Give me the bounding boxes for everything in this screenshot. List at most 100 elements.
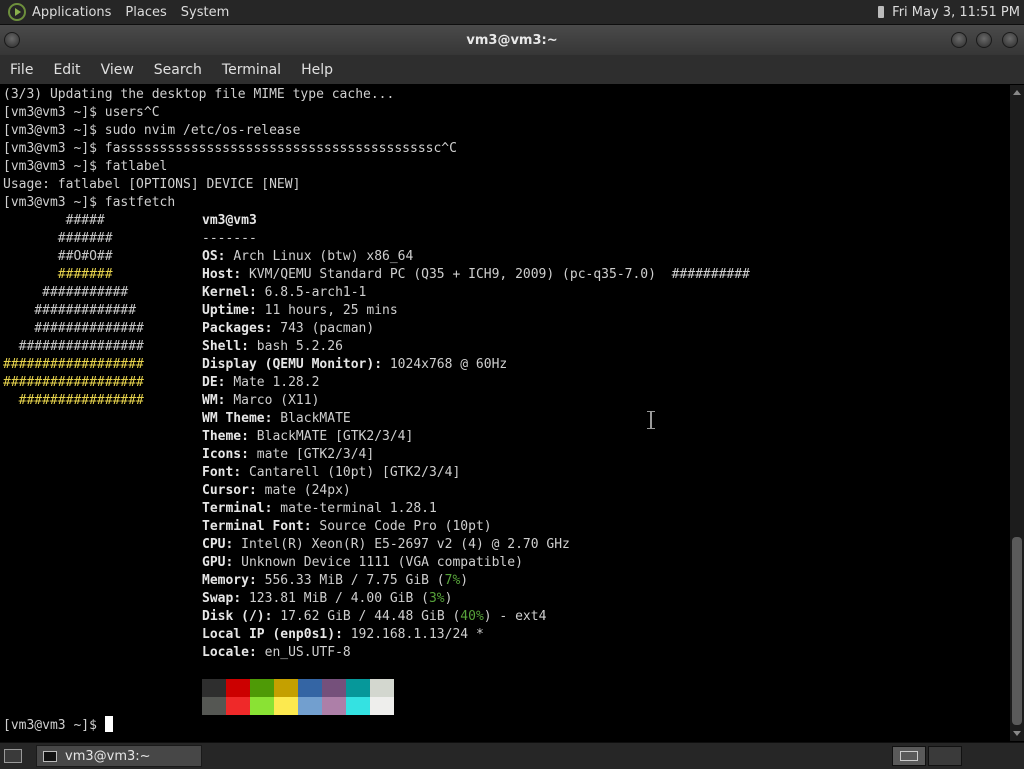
workspace-switcher-2[interactable] xyxy=(928,746,962,766)
fastfetch-value: 123.81 MiB / 4.00 GiB ( xyxy=(248,591,429,606)
places-menu[interactable]: Places xyxy=(125,5,166,20)
fastfetch-row: Host: KVM/QEMU Standard PC (Q35 + ICH9, … xyxy=(202,267,750,282)
terminal-line: [vm3@vm3 ~]$ users^C xyxy=(3,105,160,120)
menu-help[interactable]: Help xyxy=(291,62,343,78)
taskbar-window-label: vm3@vm3:~ xyxy=(65,748,151,764)
taskbar-window-button[interactable]: vm3@vm3:~ xyxy=(36,745,202,767)
ascii-logo-line: ##O#O## xyxy=(3,249,113,264)
fastfetch-key: WM Theme xyxy=(202,411,265,426)
ascii-logo-line: ##### xyxy=(3,213,105,228)
close-button[interactable] xyxy=(1002,32,1018,48)
applications-menu[interactable]: Applications xyxy=(32,5,111,20)
fastfetch-value: 17.62 GiB / 44.48 GiB ( xyxy=(280,609,461,624)
ascii-logo-line: ################## xyxy=(3,357,144,372)
text-cursor xyxy=(104,716,113,732)
palette-swatch xyxy=(226,697,250,715)
fastfetch-row: Kernel: 6.8.5-arch1-1 xyxy=(202,285,367,300)
fastfetch-key: GPU xyxy=(202,555,226,570)
ascii-logo-line: ################ xyxy=(3,339,144,354)
terminal-icon xyxy=(43,750,57,762)
fastfetch-row: Terminal Font: Source Code Pro (10pt) xyxy=(202,519,492,534)
fastfetch-key: Theme xyxy=(202,429,242,444)
fastfetch-row: DE: Mate 1.28.2 xyxy=(202,375,320,390)
fastfetch-key: Uptime xyxy=(202,303,249,318)
fastfetch-key: Terminal xyxy=(202,501,265,516)
menu-view[interactable]: View xyxy=(91,62,144,78)
clock-label: Fri May 3, 11:51 PM xyxy=(892,4,1020,20)
menu-search[interactable]: Search xyxy=(144,62,212,78)
menu-terminal[interactable]: Terminal xyxy=(212,62,291,78)
fastfetch-value: mate [GTK2/3/4] xyxy=(256,447,375,462)
fastfetch-key: Memory xyxy=(202,573,249,588)
show-desktop-icon[interactable] xyxy=(4,749,22,763)
fastfetch-key: OS xyxy=(202,249,218,264)
fastfetch-row: Icons: mate [GTK2/3/4] xyxy=(202,447,375,462)
fastfetch-key: Shell xyxy=(202,339,242,354)
fastfetch-key: CPU xyxy=(202,537,226,552)
minimize-button[interactable] xyxy=(951,32,967,48)
fastfetch-key: Display (QEMU Monitor) xyxy=(202,357,375,372)
terminal-line: (3/3) Updating the desktop file MIME typ… xyxy=(3,87,395,102)
fastfetch-value: 6.8.5-arch1-1 xyxy=(264,285,367,300)
mouse-ibeam-icon xyxy=(647,411,655,429)
terminal-prompt[interactable]: [vm3@vm3 ~]$ xyxy=(3,716,113,734)
fastfetch-value: Arch Linux (btw) x86_64 xyxy=(233,249,414,264)
bottom-panel: vm3@vm3:~ xyxy=(0,742,1024,769)
fastfetch-row: WM Theme: BlackMATE xyxy=(202,411,351,426)
fastfetch-key: Cursor xyxy=(202,483,249,498)
scroll-thumb[interactable] xyxy=(1012,537,1022,725)
ascii-logo-line: ####### xyxy=(3,231,113,246)
palette-swatch xyxy=(346,679,370,697)
workspace-switcher-1[interactable] xyxy=(892,746,926,766)
fastfetch-value: KVM/QEMU Standard PC (Q35 + ICH9, 2009) … xyxy=(248,267,750,282)
fastfetch-value: Marco (X11) xyxy=(233,393,320,408)
fastfetch-value: 1024x768 @ 60Hz xyxy=(389,357,508,372)
fastfetch-value: 11 hours, 25 mins xyxy=(264,303,398,318)
fastfetch-row: Font: Cantarell (10pt) [GTK2/3/4] xyxy=(202,465,461,480)
fastfetch-key: Swap xyxy=(202,591,234,606)
fastfetch-value: Cantarell (10pt) [GTK2/3/4] xyxy=(248,465,461,480)
fastfetch-row: WM: Marco (X11) xyxy=(202,393,320,408)
mate-logo-icon[interactable] xyxy=(8,3,26,21)
fastfetch-value: Source Code Pro (10pt) xyxy=(319,519,492,534)
fastfetch-value: BlackMATE xyxy=(280,411,351,426)
menu-edit[interactable]: Edit xyxy=(43,62,90,78)
palette-swatch xyxy=(250,697,274,715)
fastfetch-value: bash 5.2.26 xyxy=(256,339,343,354)
window-menu-button[interactable] xyxy=(4,32,20,48)
palette-swatch xyxy=(322,679,346,697)
fastfetch-value: 192.168.1.13/24 * xyxy=(350,627,484,642)
fastfetch-key: Font xyxy=(202,465,234,480)
fastfetch-key: Disk (/) xyxy=(202,609,265,624)
palette-swatch xyxy=(298,697,322,715)
fastfetch-row: Swap: 123.81 MiB / 4.00 GiB (3%) xyxy=(202,591,453,606)
fastfetch-value-suffix: ) xyxy=(444,591,453,606)
scroll-down-arrow-icon[interactable] xyxy=(1013,731,1021,736)
fastfetch-row: Local IP (enp0s1): 192.168.1.13/24 * xyxy=(202,627,484,642)
palette-swatch xyxy=(346,697,370,715)
top-panel: Applications Places System Fri May 3, 11… xyxy=(0,0,1024,25)
terminal-line: [vm3@vm3 ~]$ sudo nvim /etc/os-release xyxy=(3,123,301,138)
scroll-up-arrow-icon[interactable] xyxy=(1013,90,1021,95)
fastfetch-value: Unknown Device 1111 (VGA compatible) xyxy=(241,555,523,570)
terminal-area[interactable]: (3/3) Updating the desktop file MIME typ… xyxy=(0,85,1010,741)
terminal-menubar: File Edit View Search Terminal Help xyxy=(0,55,1024,84)
fastfetch-value: 743 (pacman) xyxy=(280,321,375,336)
palette-swatch xyxy=(370,679,394,697)
fastfetch-key: WM xyxy=(202,393,218,408)
system-menu[interactable]: System xyxy=(181,5,229,20)
palette-swatch xyxy=(250,679,274,697)
ascii-logo-line: ####### xyxy=(3,267,113,282)
menu-file[interactable]: File xyxy=(0,62,43,78)
fastfetch-title: vm3@vm3 xyxy=(202,213,257,228)
terminal-line: Usage: fatlabel [OPTIONS] DEVICE [NEW] xyxy=(3,177,301,192)
palette-swatch xyxy=(370,697,394,715)
fastfetch-value: en_US.UTF-8 xyxy=(264,645,351,660)
palette-swatch xyxy=(274,697,298,715)
usage-percent: 7% xyxy=(444,573,461,588)
terminal-scrollbar[interactable] xyxy=(1010,85,1024,741)
fastfetch-value: Intel(R) Xeon(R) E5-2697 v2 (4) @ 2.70 G… xyxy=(241,537,570,552)
window-titlebar[interactable]: vm3@vm3:~ xyxy=(0,25,1024,55)
clock[interactable]: Fri May 3, 11:51 PM xyxy=(878,5,1024,20)
maximize-button[interactable] xyxy=(976,32,992,48)
